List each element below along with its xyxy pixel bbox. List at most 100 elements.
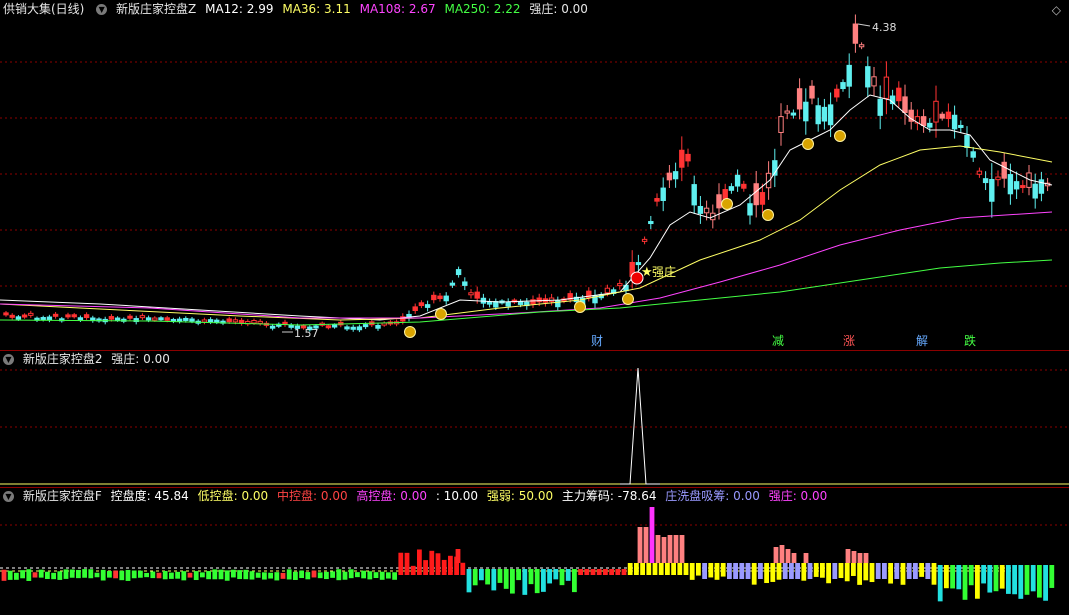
wash-absorb-value: 庄洗盘吸筹: 0.00 bbox=[665, 489, 760, 503]
candle-body bbox=[927, 122, 933, 128]
main-pane-header: 供销大集(日线) ▼ 新版庄家控盘Z MA12: 2.99 MA36: 3.11… bbox=[0, 0, 593, 18]
collapse-icon[interactable]: ▼ bbox=[3, 354, 14, 365]
candle-body bbox=[238, 319, 245, 324]
candle-body bbox=[139, 315, 146, 319]
histogram-bar bbox=[652, 563, 658, 575]
control-overlay-bar bbox=[455, 549, 461, 563]
histogram-bar bbox=[646, 563, 652, 575]
histogram-bar bbox=[875, 563, 881, 579]
candle-body bbox=[232, 319, 239, 323]
histogram-bar bbox=[138, 570, 143, 578]
candle-body bbox=[449, 282, 456, 286]
histogram-bar bbox=[1043, 565, 1048, 601]
candle-body bbox=[722, 189, 728, 200]
histogram-bar bbox=[423, 560, 428, 575]
histogram-bar bbox=[237, 570, 242, 580]
candle-body bbox=[741, 183, 747, 189]
histogram-bar bbox=[1024, 565, 1030, 595]
candle-body bbox=[548, 297, 555, 302]
candle-body bbox=[176, 318, 183, 322]
candle-body bbox=[815, 105, 821, 125]
histogram-bar bbox=[844, 563, 850, 582]
histogram-bar bbox=[603, 569, 608, 575]
spike-chart[interactable] bbox=[0, 350, 1069, 487]
ma36-value: MA36: 3.11 bbox=[282, 2, 351, 16]
histogram-bar bbox=[212, 569, 218, 580]
histogram-bar bbox=[392, 572, 397, 580]
collapse-icon[interactable]: ▼ bbox=[96, 4, 108, 15]
candle-body bbox=[666, 172, 673, 181]
histogram-bar bbox=[379, 571, 385, 580]
histogram-bar bbox=[925, 563, 931, 579]
control-overlay-bar bbox=[779, 545, 785, 563]
histogram-bar bbox=[578, 569, 583, 575]
candle-body bbox=[809, 85, 815, 99]
collapse-icon[interactable]: ▼ bbox=[3, 491, 14, 502]
candle-body bbox=[982, 178, 989, 184]
candle-body bbox=[77, 317, 84, 321]
histogram-bar bbox=[782, 563, 788, 579]
candle-body bbox=[183, 317, 189, 321]
histogram-bar bbox=[200, 572, 205, 578]
candle-body bbox=[468, 292, 474, 296]
control-overlay-bar bbox=[673, 535, 679, 563]
indicator-pane-2[interactable]: ▼ 新版庄家控盘2 强庄: 0.00 bbox=[0, 350, 1069, 487]
candle-body bbox=[679, 149, 685, 168]
histogram-bar bbox=[714, 563, 720, 580]
histogram-bar bbox=[386, 572, 391, 579]
histogram-bar bbox=[931, 563, 937, 585]
candle-body bbox=[753, 183, 759, 206]
candle-body bbox=[734, 174, 741, 187]
histogram-bar bbox=[293, 571, 298, 580]
candle-body bbox=[288, 324, 294, 328]
candle-body bbox=[840, 82, 846, 90]
candle-body bbox=[28, 312, 34, 316]
histogram-bar bbox=[193, 571, 199, 581]
histogram-bar bbox=[324, 571, 329, 580]
money-bag-icon bbox=[762, 209, 774, 221]
candle-body bbox=[1020, 185, 1026, 189]
histogram-bar bbox=[497, 569, 503, 583]
control-overlay-bar bbox=[785, 549, 791, 563]
control-histogram[interactable] bbox=[0, 487, 1069, 615]
histogram-bar bbox=[398, 552, 404, 575]
histogram-bar bbox=[299, 570, 304, 579]
histogram-bar bbox=[144, 572, 149, 578]
histogram-bar bbox=[733, 563, 738, 579]
candle-body bbox=[412, 306, 418, 311]
ma250-value: MA250: 2.22 bbox=[444, 2, 521, 16]
histogram-bar bbox=[286, 569, 292, 580]
histogram-bar bbox=[69, 569, 75, 578]
histogram-bar bbox=[857, 563, 862, 585]
candle-body bbox=[995, 176, 1001, 181]
histogram-bar bbox=[596, 569, 602, 575]
event-label-zhang: 涨 bbox=[843, 334, 856, 348]
histogram-bar bbox=[206, 571, 211, 580]
money-bag-icon bbox=[435, 308, 447, 320]
star-icon: ★ bbox=[641, 265, 653, 280]
candle-body bbox=[127, 315, 133, 319]
histogram-bar bbox=[553, 569, 559, 580]
candle-body bbox=[15, 316, 22, 320]
candle-body bbox=[1032, 183, 1038, 199]
candle-body bbox=[71, 314, 77, 318]
histogram-bar bbox=[627, 563, 633, 575]
candlestick-chart[interactable]: ★ 强庄 4.38 1.57 bbox=[0, 0, 1069, 350]
spike-line bbox=[620, 367, 660, 485]
event-label-cai: 财 bbox=[591, 334, 604, 348]
histogram-bar bbox=[435, 553, 441, 575]
diamond-icon[interactable]: ◇ bbox=[1052, 3, 1061, 17]
histogram-bar bbox=[516, 569, 521, 581]
histogram-bar bbox=[231, 569, 236, 578]
main-price-pane[interactable]: ★ 强庄 4.38 1.57 供销大集(日线) ▼ 新版庄家控盘Z MA12: 2.9… bbox=[0, 0, 1069, 350]
window-title: 供销大集(日线) bbox=[3, 2, 85, 16]
control-overlay-bar bbox=[851, 551, 857, 563]
histogram-bar bbox=[894, 563, 900, 579]
candle-body bbox=[207, 319, 214, 323]
candle-body bbox=[617, 283, 623, 287]
histogram-bar bbox=[528, 569, 534, 585]
histogram-bar bbox=[838, 563, 844, 579]
indicator-pane-3[interactable]: ▼ 新版庄家控盘F 控盘度: 45.84 低控盘: 0.00 中控盘: 0.00… bbox=[0, 487, 1069, 615]
candle-body bbox=[83, 314, 90, 319]
histogram-bar bbox=[100, 569, 106, 581]
